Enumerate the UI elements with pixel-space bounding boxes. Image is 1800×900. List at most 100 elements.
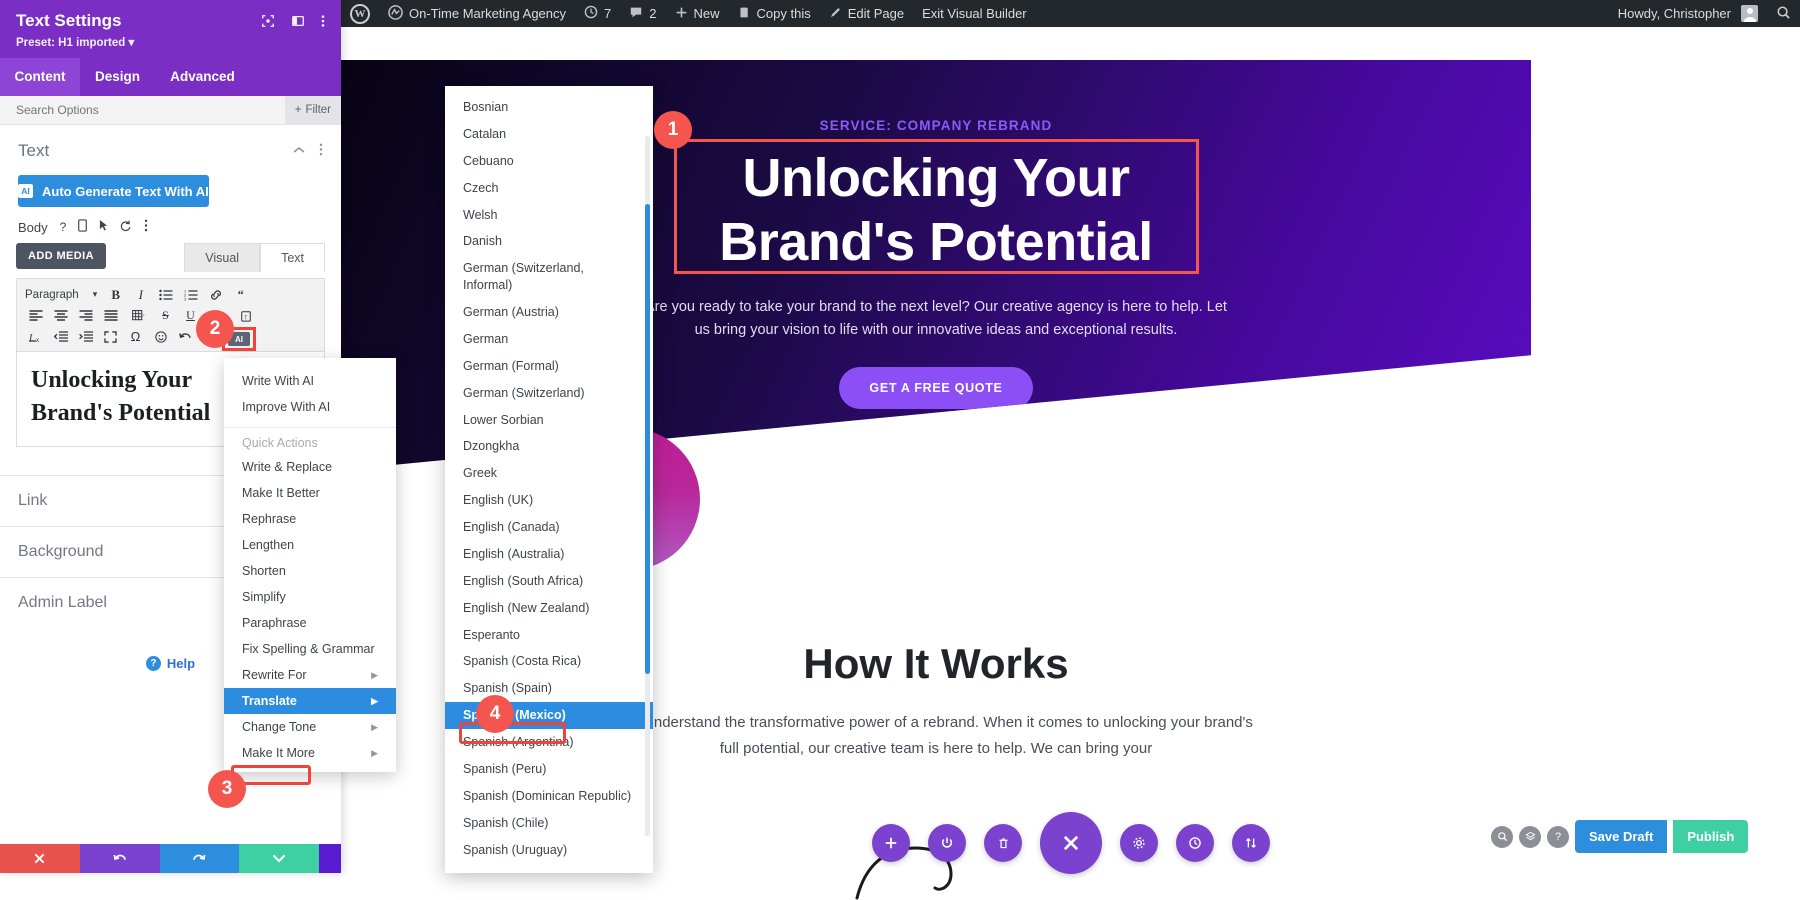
help-question-icon[interactable]: ? [60, 220, 67, 234]
ai-menu-rephrase[interactable]: Rephrase [224, 506, 396, 532]
emoji-icon[interactable] [148, 326, 173, 347]
wordpress-logo-button[interactable]: W [341, 0, 379, 27]
responsive-button[interactable] [1232, 824, 1270, 862]
ai-menu-fix-spelling-grammar[interactable]: Fix Spelling & Grammar [224, 636, 396, 662]
exit-visual-builder-button[interactable]: Exit Visual Builder [913, 0, 1036, 27]
kebab-menu-icon[interactable] [319, 143, 323, 159]
lang-greek[interactable]: Greek [445, 460, 653, 487]
ai-menu-change-tone[interactable]: Change Tone ▶ [224, 714, 396, 740]
save-changes-button[interactable] [239, 844, 319, 873]
updates-button[interactable]: 7 [575, 0, 620, 27]
undo-button[interactable] [79, 844, 160, 873]
settings-button[interactable] [1120, 824, 1158, 862]
align-center-icon[interactable] [48, 305, 73, 326]
lang-spanish-costa-rica[interactable]: Spanish (Costa Rica) [445, 648, 653, 675]
lang-english-australia[interactable]: English (Australia) [445, 541, 653, 568]
mobile-icon[interactable] [78, 219, 88, 235]
lang-dzongkha[interactable]: Dzongkha [445, 433, 653, 460]
panel-footer-extra[interactable] [319, 844, 341, 873]
kebab-menu-icon[interactable] [144, 219, 148, 235]
ai-menu-paraphrase[interactable]: Paraphrase [224, 610, 396, 636]
ai-menu-make-it-more[interactable]: Make It More ▶ [224, 740, 396, 766]
redo-button[interactable] [159, 844, 240, 873]
zoom-button[interactable] [1491, 825, 1513, 848]
publish-button[interactable]: Publish [1673, 820, 1749, 853]
italic-icon[interactable]: I [128, 284, 153, 305]
close-settings-button[interactable] [1040, 812, 1102, 874]
align-justify-icon[interactable] [98, 305, 123, 326]
adminbar-search-button[interactable] [1767, 0, 1800, 27]
add-section-button[interactable] [872, 824, 910, 862]
toggle-builder-button[interactable] [928, 824, 966, 862]
strikethrough-icon[interactable]: S [153, 305, 178, 326]
layers-button[interactable] [1519, 825, 1541, 848]
lang-german-switzerland-informal[interactable]: German (Switzerland, Informal) [445, 255, 653, 299]
lang-welsh[interactable]: Welsh [445, 202, 653, 229]
edit-page-button[interactable]: Edit Page [820, 0, 913, 27]
lang-esperanto[interactable]: Esperanto [445, 622, 653, 649]
search-input[interactable] [16, 103, 285, 118]
lang-spanish-chile[interactable]: Spanish (Chile) [445, 810, 653, 837]
site-name-button[interactable]: On-Time Marketing Agency [379, 0, 575, 27]
ai-menu-shorten[interactable]: Shorten [224, 558, 396, 584]
clear-formatting-icon[interactable]: Ix [23, 326, 48, 347]
get-a-free-quote-button[interactable]: GET A FREE QUOTE [839, 367, 1033, 410]
numbered-list-icon[interactable]: 123 [178, 284, 203, 305]
chevron-up-icon[interactable] [293, 143, 305, 159]
save-draft-button[interactable]: Save Draft [1575, 820, 1668, 853]
undo-icon[interactable] [173, 326, 198, 347]
lang-spanish-uruguay[interactable]: Spanish (Uruguay) [445, 837, 653, 864]
new-content-button[interactable]: New [666, 0, 729, 27]
bulleted-list-icon[interactable] [153, 284, 178, 305]
lang-english-new-zealand[interactable]: English (New Zealand) [445, 595, 653, 622]
panel-preset-label[interactable]: Preset: H1 imported ▾ [16, 35, 134, 49]
kebab-menu-icon[interactable] [321, 14, 325, 30]
align-left-icon[interactable] [23, 305, 48, 326]
lang-spanish-spain[interactable]: Spanish (Spain) [445, 675, 653, 702]
special-character-icon[interactable]: Ω [123, 326, 148, 347]
reset-icon[interactable] [120, 220, 132, 235]
panel-layout-icon[interactable] [291, 14, 305, 30]
outdent-icon[interactable] [48, 326, 73, 347]
lang-czech[interactable]: Czech [445, 175, 653, 202]
lang-english-south-africa[interactable]: English (South Africa) [445, 568, 653, 595]
align-right-icon[interactable] [73, 305, 98, 326]
blockquote-icon[interactable]: “ [228, 284, 253, 305]
tab-content[interactable]: Content [0, 58, 80, 97]
tab-text[interactable]: Text [260, 243, 325, 273]
lang-german[interactable]: German [445, 326, 653, 353]
lang-spanish-argentina[interactable]: Spanish (Argentina) [445, 729, 653, 756]
ai-menu-write-with-ai[interactable]: Write With AI [224, 368, 396, 394]
comments-button[interactable]: 2 [620, 0, 665, 27]
lang-danish[interactable]: Danish [445, 228, 653, 255]
lang-lower-sorbian[interactable]: Lower Sorbian [445, 407, 653, 434]
lang-spanish-peru[interactable]: Spanish (Peru) [445, 756, 653, 783]
wireframe-button[interactable] [984, 824, 1022, 862]
lang-cebuano[interactable]: Cebuano [445, 148, 653, 175]
lang-catalan[interactable]: Catalan [445, 121, 653, 148]
tab-advanced[interactable]: Advanced [155, 58, 250, 96]
table-icon[interactable] [123, 305, 153, 326]
ai-menu-make-it-better[interactable]: Make It Better [224, 480, 396, 506]
focus-target-icon[interactable] [261, 14, 275, 30]
ai-menu-translate[interactable]: Translate ▶ [224, 688, 396, 714]
ai-menu-write-and-replace[interactable]: Write & Replace [224, 454, 396, 480]
format-select[interactable]: Paragraph ▾ [23, 284, 103, 305]
paste-as-text-icon[interactable]: T [233, 305, 258, 326]
indent-icon[interactable] [73, 326, 98, 347]
ai-menu-simplify[interactable]: Simplify [224, 584, 396, 610]
tab-design[interactable]: Design [80, 58, 155, 96]
auto-generate-text-with-ai-button[interactable]: AI Auto Generate Text With AI [18, 175, 209, 208]
account-menu[interactable]: Howdy, Christopher [1609, 0, 1767, 27]
lang-english-uk[interactable]: English (UK) [445, 487, 653, 514]
lang-german-switzerland[interactable]: German (Switzerland) [445, 380, 653, 407]
fullscreen-icon[interactable] [98, 326, 123, 347]
copy-this-button[interactable]: Copy this [729, 0, 820, 27]
bold-icon[interactable]: B [103, 284, 128, 305]
language-scrollbar-thumb[interactable] [645, 204, 650, 674]
lang-german-formal[interactable]: German (Formal) [445, 353, 653, 380]
ai-menu-rewrite-for[interactable]: Rewrite For ▶ [224, 662, 396, 688]
lang-english-canada[interactable]: English (Canada) [445, 514, 653, 541]
ai-menu-improve-with-ai[interactable]: Improve With AI [224, 394, 396, 420]
link-icon[interactable] [203, 284, 228, 305]
